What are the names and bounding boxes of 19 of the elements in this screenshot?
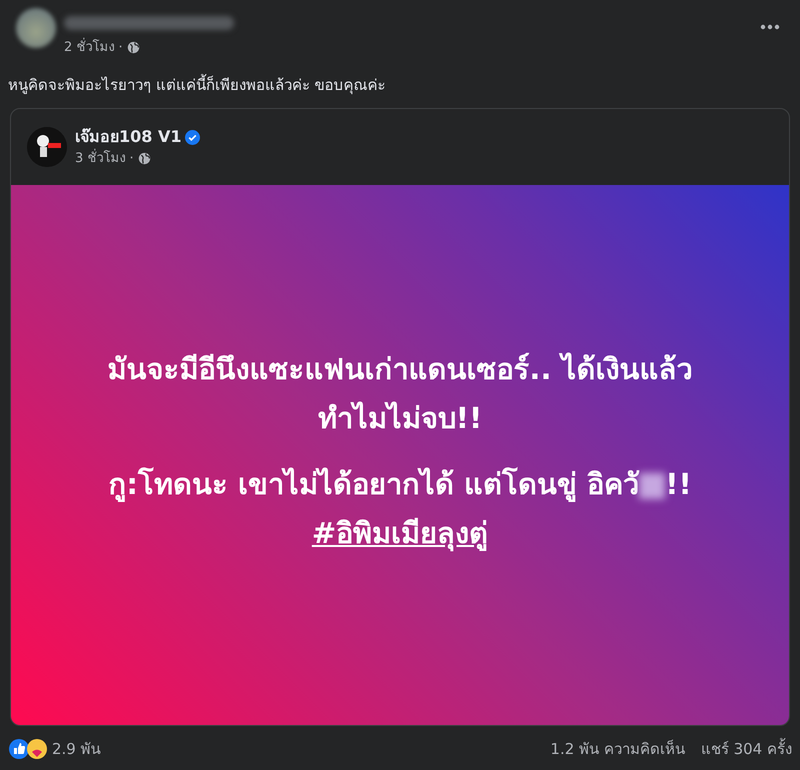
reaction-count[interactable]: 2.9 พัน — [52, 738, 101, 760]
share-count[interactable]: แชร์ 304 ครั้ง — [700, 738, 792, 760]
author-name[interactable]: เจ๊มอย108 V1 — [75, 125, 182, 149]
post-time[interactable]: 3 ชั่วโมง · — [75, 149, 134, 168]
hashtag-link[interactable]: #อิพิมเมียลุงตู่ — [312, 516, 488, 550]
post-text: หนูคิดจะพิมอะไรยาวๆ แต่แค่นี้ก็เพียงพอแล้วค่ะ ขอบคุณค่ะ — [8, 76, 386, 94]
censor-blur — [639, 472, 666, 499]
post-text-line: ทำไมไม่จบ!! — [318, 401, 482, 435]
exclamation-text: !! — [665, 466, 692, 500]
like-icon[interactable] — [8, 738, 30, 760]
care-reaction-icon[interactable] — [26, 738, 48, 760]
more-options-icon[interactable] — [760, 24, 780, 30]
globe-icon — [126, 41, 140, 54]
post-text-line: กู:โทดนะ เขาไม่ได้อยากได้ แต่โดนขู่ อิควั — [108, 466, 640, 500]
post-time[interactable]: 2 ชั่วโมง · — [64, 38, 123, 58]
comment-count[interactable]: 1.2 พัน ความคิดเห็น — [550, 738, 685, 760]
avatar[interactable] — [16, 8, 56, 48]
globe-icon — [138, 152, 151, 166]
post-text-line: มันจะมีอีนึงแซะแฟนเก่าแดนเซอร์.. ได้เงินแล้ว — [107, 352, 693, 386]
